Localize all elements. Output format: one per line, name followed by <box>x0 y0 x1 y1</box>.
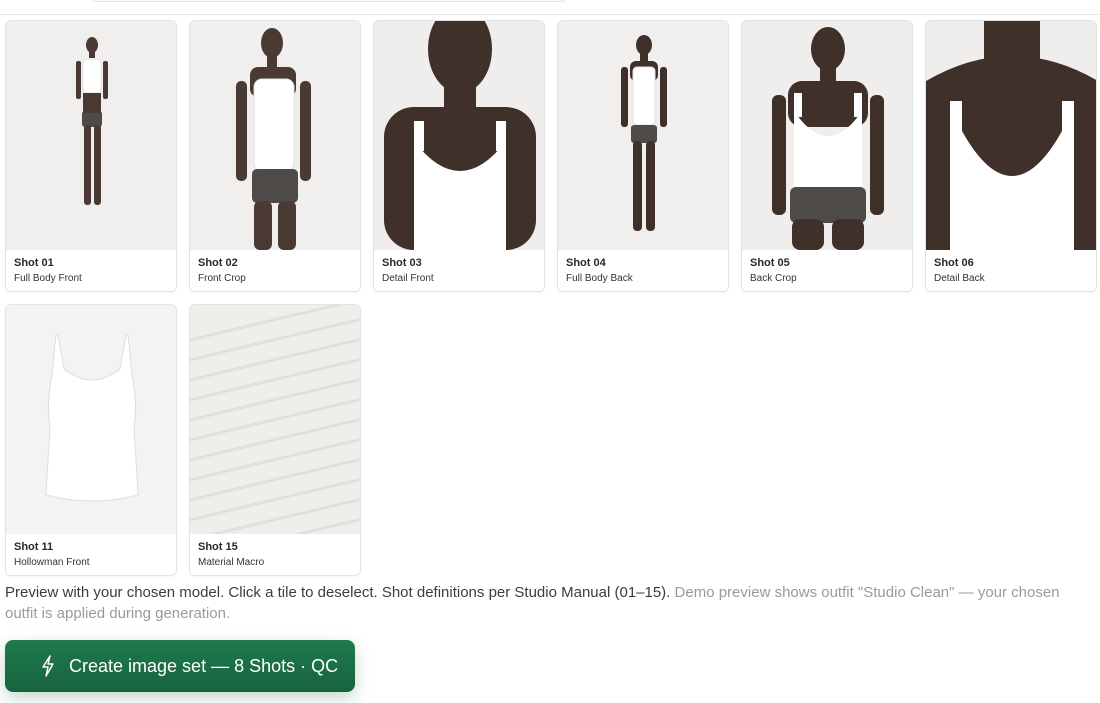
preview-note-main: Preview with your chosen model. Click a … <box>5 584 671 601</box>
shot-tile-05[interactable]: Shot 05 Back Crop <box>741 20 913 292</box>
shot-number: Shot 11 <box>14 541 54 553</box>
shot-thumbnail <box>6 21 176 250</box>
shot-thumbnail <box>6 305 176 534</box>
shot-thumbnail <box>742 21 912 250</box>
shot-thumbnail <box>190 21 360 250</box>
shot-number: Shot 03 <box>382 257 422 269</box>
shot-description: Detail Back <box>934 273 985 284</box>
shot-number: Shot 02 <box>198 257 238 269</box>
shot-description: Full Body Back <box>566 273 633 284</box>
shot-description: Back Crop <box>750 273 797 284</box>
top-bar <box>0 0 1100 15</box>
shot-tile-04[interactable]: Shot 04 Full Body Back <box>557 20 729 292</box>
shot-tile-02[interactable]: Shot 02 Front Crop <box>189 20 361 292</box>
shot-tile-06[interactable]: Shot 06 Detail Back <box>925 20 1097 292</box>
shot-thumbnail <box>926 21 1096 250</box>
shot-tile-01[interactable]: Shot 01 Full Body Front <box>5 20 177 292</box>
shot-description: Full Body Front <box>14 273 82 284</box>
shot-description: Material Macro <box>198 557 265 568</box>
shot-preview-page: Shot 01 Full Body Front Shot 02 Front Cr… <box>0 0 1100 703</box>
shot-thumbnail <box>190 305 360 534</box>
shot-tile-03[interactable]: Shot 03 Detail Front <box>373 20 545 292</box>
create-image-set-label: Create image set — 8 Shots · QC <box>69 656 339 676</box>
shot-number: Shot 01 <box>14 257 54 269</box>
shot-description: Detail Front <box>382 273 434 284</box>
shot-thumbnail <box>558 21 728 250</box>
shot-description: Front Crop <box>198 273 246 284</box>
lightning-bolt-icon <box>42 655 54 677</box>
shot-tile-11[interactable]: Shot 11 Hollowman Front <box>5 304 177 576</box>
shot-number: Shot 06 <box>934 257 974 269</box>
shot-number: Shot 04 <box>566 257 606 269</box>
shot-number: Shot 05 <box>750 257 790 269</box>
preview-note: Preview with your chosen model. Click a … <box>5 582 1095 624</box>
shot-thumbnail <box>374 21 544 250</box>
top-input-edge[interactable] <box>92 0 566 2</box>
shot-description: Hollowman Front <box>14 557 90 568</box>
create-image-set-button[interactable]: Create image set — 8 Shots · QC <box>5 640 355 692</box>
shot-number: Shot 15 <box>198 541 238 553</box>
shot-tile-15[interactable]: Shot 15 Material Macro <box>189 304 361 576</box>
